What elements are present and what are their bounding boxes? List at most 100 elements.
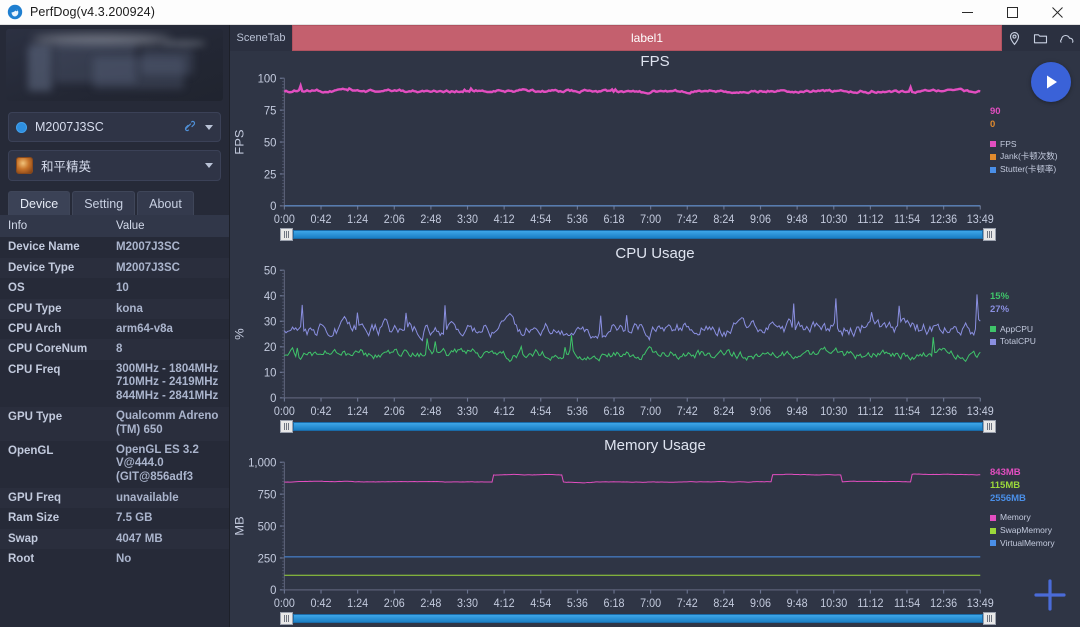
slider-grip-icon[interactable]: [280, 228, 293, 241]
svg-text:7:00: 7:00: [640, 214, 661, 227]
sidebar: M2007J3SC 和平精英 Device Setting About Info…: [0, 25, 230, 627]
svg-text:11:12: 11:12: [857, 406, 883, 419]
svg-text:4:12: 4:12: [494, 214, 515, 227]
chart-legend: 843MB 115MB 2556MB Memory SwapMemory VirtualM…: [990, 467, 1076, 550]
device-info-table: Info Value Device Name M2007J3SC Device Ty…: [0, 215, 229, 570]
info-key: CPU Freq: [8, 363, 61, 376]
table-row: CPU Type kona: [0, 298, 229, 319]
svg-text:9:06: 9:06: [750, 214, 771, 227]
location-pin-icon[interactable]: [1007, 31, 1022, 46]
scene-label-bar[interactable]: label1: [292, 25, 1002, 51]
slider-track[interactable]: [293, 614, 983, 623]
legend-item[interactable]: Jank(卡顿次数): [990, 150, 1076, 163]
tab-about[interactable]: About: [137, 191, 194, 215]
time-range-slider[interactable]: [280, 228, 996, 241]
svg-text:30: 30: [264, 314, 277, 329]
add-button[interactable]: [1030, 575, 1070, 615]
close-icon[interactable]: [1035, 0, 1080, 24]
folder-icon[interactable]: [1033, 31, 1048, 46]
slider-grip-icon[interactable]: [983, 612, 996, 625]
info-key: Ram Size: [8, 512, 60, 525]
slider-grip-icon[interactable]: [280, 612, 293, 625]
tab-setting[interactable]: Setting: [72, 191, 136, 215]
chevron-down-icon[interactable]: [205, 163, 213, 168]
svg-text:5:36: 5:36: [567, 214, 588, 227]
promo-banner: [6, 29, 223, 101]
series-line: [284, 335, 980, 361]
slider-track[interactable]: [293, 422, 983, 431]
legend-item[interactable]: SwapMemory: [990, 524, 1076, 537]
svg-text:10:30: 10:30: [820, 406, 847, 419]
svg-text:7:42: 7:42: [677, 406, 698, 419]
chevron-down-icon[interactable]: [205, 124, 213, 130]
svg-text:500: 500: [258, 519, 277, 534]
legend-current-value: 843MB: [990, 467, 1021, 478]
slider-grip-icon[interactable]: [280, 420, 293, 433]
table-row: OS 10: [0, 278, 229, 298]
legend-item[interactable]: FPS: [990, 138, 1076, 151]
tab-device[interactable]: Device: [8, 191, 71, 215]
legend-swatch-icon: [990, 527, 996, 534]
svg-text:6:18: 6:18: [604, 214, 625, 227]
table-row: GPU Freq unavailable: [0, 488, 229, 509]
table-row: Root No: [0, 549, 229, 569]
device-selector[interactable]: M2007J3SC: [8, 112, 221, 142]
svg-text:9:06: 9:06: [750, 598, 771, 611]
legend-label: VirtualMemory: [1000, 537, 1055, 548]
svg-text:7:42: 7:42: [677, 214, 698, 227]
svg-text:10: 10: [264, 365, 277, 380]
svg-text:1:24: 1:24: [347, 598, 368, 611]
minimize-icon[interactable]: [945, 0, 990, 24]
svg-text:4:12: 4:12: [494, 598, 515, 611]
svg-text:4:54: 4:54: [530, 598, 551, 611]
table-row: Ram Size 7.5 GB: [0, 508, 229, 528]
svg-text:5:36: 5:36: [567, 598, 588, 611]
svg-text:250: 250: [258, 551, 277, 566]
legend-current-value: 27%: [990, 303, 1010, 315]
chart-legend: 15% 27% AppCPU TotalCPU: [990, 291, 1076, 348]
info-key: OS: [8, 282, 25, 295]
slider-track[interactable]: [293, 230, 983, 239]
slider-grip-icon[interactable]: [983, 420, 996, 433]
svg-text:20: 20: [264, 340, 277, 355]
legend-item[interactable]: Memory: [990, 511, 1076, 524]
table-row: CPU Freq 300MHz - 1804MHz 710MHz - 2419MH…: [0, 360, 229, 407]
cloud-icon[interactable]: [1059, 31, 1075, 46]
info-value: kona: [116, 302, 143, 315]
table-row: Device Name M2007J3SC: [0, 237, 229, 257]
table-header-row: Info Value: [0, 215, 229, 238]
plot-area[interactable]: 0 250 500 750 1,000 MB 0:00 0:42 1:24 2:06 2:48 3:3…: [230, 435, 1080, 627]
svg-text:0: 0: [270, 583, 277, 598]
maximize-icon[interactable]: [990, 0, 1035, 24]
legend-swatch-icon: [990, 326, 996, 332]
info-value: 4047 MB: [116, 532, 163, 545]
legend-item[interactable]: Stutter(卡顿率): [990, 163, 1076, 176]
svg-text:25: 25: [264, 167, 277, 182]
app-selector-label: 和平精英: [41, 160, 92, 174]
chart-legend: 90 0 FPS Jank(卡顿次数) Stutter(卡顿率): [990, 106, 1076, 176]
play-button[interactable]: [1031, 62, 1071, 102]
legend-current-value: 115MB: [990, 479, 1021, 491]
chart-cpu-usage: CPU Usage 0 10 20 30 40 50% 0:00 0:42 1:24 2:06 2:4…: [230, 243, 1080, 435]
svg-text:6:18: 6:18: [604, 406, 625, 419]
legend-item[interactable]: TotalCPU: [990, 335, 1076, 348]
plus-icon: [1034, 579, 1066, 611]
svg-text:12:36: 12:36: [930, 214, 957, 227]
slider-grip-icon[interactable]: [983, 228, 996, 241]
legend-item[interactable]: VirtualMemory: [990, 537, 1076, 550]
charts-container: FPS 0 25 50 75 100 FPS 0:00 0:42 1:24 2:06 2:48 3:30…: [230, 51, 1080, 627]
svg-text:9:48: 9:48: [787, 598, 808, 611]
svg-text:100: 100: [258, 71, 277, 86]
scene-tab-button[interactable]: SceneTab: [230, 25, 292, 51]
plot-area[interactable]: 0 10 20 30 40 50% 0:00 0:42 1:24 2:06 2:48 3:30 4:12…: [230, 243, 1080, 435]
legend-item[interactable]: AppCPU: [990, 323, 1076, 336]
svg-text:13:49: 13:49: [967, 214, 994, 227]
main-panel: SceneTab label1 FPS 0 25 50 75 100 FPS 0…: [230, 25, 1080, 627]
app-selector[interactable]: 和平精英: [8, 150, 221, 181]
time-range-slider[interactable]: [280, 612, 996, 625]
info-key: CPU Arch: [8, 322, 62, 335]
svg-text:2:48: 2:48: [420, 598, 441, 611]
plot-area[interactable]: 0 25 50 75 100 FPS 0:00 0:42 1:24 2:06 2:48 3:30 4:1…: [230, 51, 1080, 243]
time-range-slider[interactable]: [280, 420, 996, 433]
svg-text:9:48: 9:48: [787, 406, 808, 419]
